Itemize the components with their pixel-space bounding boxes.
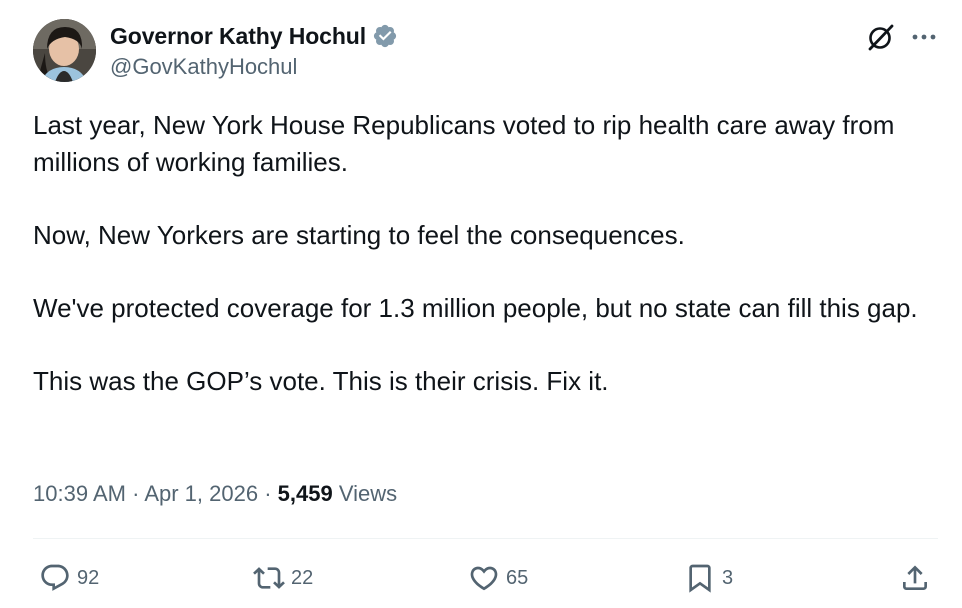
views-label: Views [338, 481, 398, 506]
author-handle[interactable]: @GovKathyHochul [110, 54, 297, 80]
share-icon [903, 565, 927, 590]
bookmark-icon [689, 564, 711, 593]
grok-icon[interactable] [866, 22, 896, 52]
tweet-paragraph: We've protected coverage for 1.3 million… [33, 292, 918, 323]
reply-count: 92 [77, 566, 100, 589]
repost-button[interactable]: 22 [253, 556, 313, 600]
verified-badge-icon[interactable] [372, 23, 398, 49]
like-count: 65 [506, 566, 529, 589]
tweet-paragraph: This was the GOP’s vote. This is their c… [33, 365, 609, 396]
author-display-name[interactable]: Governor Kathy Hochul [110, 23, 366, 50]
bookmark-button[interactable]: 3 [684, 556, 733, 600]
tweet-time[interactable]: 10:39 AM [33, 481, 126, 506]
reply-icon [41, 564, 69, 591]
divider [33, 538, 938, 539]
share-button[interactable] [899, 556, 931, 600]
tweet-date[interactable]: Apr 1, 2026 [144, 481, 258, 506]
more-options-icon[interactable] [910, 26, 938, 48]
tweet-metadata: 10:39 AM · Apr 1, 2026 · 5,459 Views [33, 481, 397, 507]
tweet-card: Governor Kathy Hochul @GovKathyHochul La… [0, 0, 962, 608]
repost-count: 22 [291, 566, 314, 589]
avatar[interactable] [33, 19, 96, 82]
action-bar: 92 22 65 3 [33, 556, 938, 600]
heart-icon [470, 566, 498, 591]
author-name-row: Governor Kathy Hochul [110, 21, 398, 51]
repost-icon [253, 567, 285, 589]
reply-button[interactable]: 92 [39, 556, 99, 600]
views-count: 5,459 [277, 481, 333, 506]
tweet-text: Last year, New York House Republicans vo… [33, 107, 938, 399]
bookmark-count: 3 [722, 566, 734, 589]
meta-separator: · [132, 481, 140, 506]
tweet-paragraph: Last year, New York House Republicans vo… [33, 110, 895, 177]
tweet-paragraph: Now, New Yorkers are starting to feel th… [33, 219, 685, 250]
like-button[interactable]: 65 [468, 556, 528, 600]
meta-separator: · [264, 481, 272, 506]
